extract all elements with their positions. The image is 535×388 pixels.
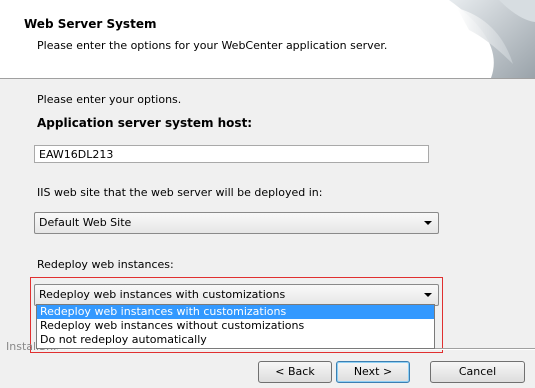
page-subtitle: Please enter the options for your WebCen… xyxy=(37,39,388,52)
redeploy-option[interactable]: Redeploy web instances without customiza… xyxy=(37,319,434,333)
redeploy-option[interactable]: Do not redeploy automatically xyxy=(37,333,434,347)
host-input-value: EAW16DL213 xyxy=(39,148,114,161)
next-button[interactable]: Next > xyxy=(336,361,410,383)
intro-text: Please enter your options. xyxy=(37,93,182,106)
wizard-header: Web Server System Please enter the optio… xyxy=(0,0,535,79)
iis-site-value: Default Web Site xyxy=(39,216,132,229)
host-input[interactable]: EAW16DL213 xyxy=(34,145,429,163)
redeploy-label: Redeploy web instances: xyxy=(37,258,174,271)
chevron-down-icon xyxy=(424,221,432,225)
cancel-button[interactable]: Cancel xyxy=(430,361,525,383)
redeploy-value: Redeploy web instances with customizatio… xyxy=(39,288,286,301)
page-title: Web Server System xyxy=(24,17,157,31)
redeploy-select[interactable]: Redeploy web instances with customizatio… xyxy=(34,284,439,306)
redeploy-options-list[interactable]: Redeploy web instances with customizatio… xyxy=(36,304,435,349)
redeploy-option[interactable]: Redeploy web instances with customizatio… xyxy=(37,305,434,319)
page-curl-icon xyxy=(449,0,535,78)
chevron-down-icon xyxy=(424,293,432,297)
host-label: Application server system host: xyxy=(37,116,253,130)
iis-site-select[interactable]: Default Web Site xyxy=(34,212,439,234)
back-button[interactable]: < Back xyxy=(258,361,332,383)
iis-label: IIS web site that the web server will be… xyxy=(37,186,323,199)
